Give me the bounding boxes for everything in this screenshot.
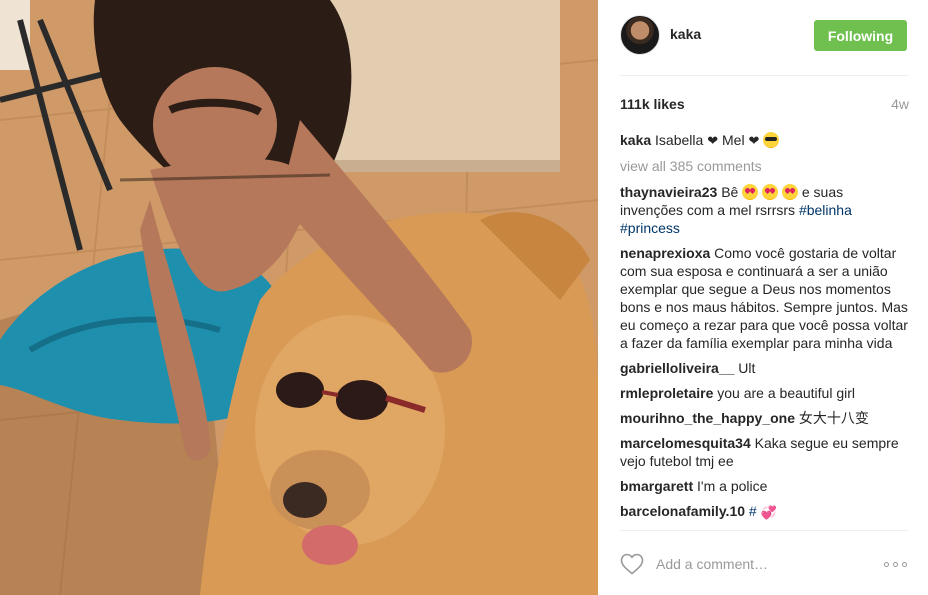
hashtag-link[interactable]: # xyxy=(749,503,757,519)
post-header: kaka Following xyxy=(598,0,928,76)
heart-eyes-emoji-icon xyxy=(762,184,779,200)
hashtag-link[interactable]: #princess xyxy=(620,220,680,236)
post-footer xyxy=(598,540,928,590)
heart-emoji-icon: ❤ xyxy=(748,133,760,148)
comment: gabrielloliveira__ Ult xyxy=(620,359,910,377)
add-comment-input[interactable] xyxy=(656,552,866,576)
caption-text: Isabella xyxy=(655,132,704,148)
comments-list[interactable]: kaka Isabella ❤ Mel ❤ view all 385 comme… xyxy=(620,131,910,529)
comment-text: 女大十八变 xyxy=(798,410,869,426)
caption: kaka Isabella ❤ Mel ❤ xyxy=(620,131,910,150)
comment: mourihno_the_happy_one 女大十八变 xyxy=(620,409,910,427)
photo-illustration xyxy=(0,0,598,595)
comment: marcelomesquita34 Kaka segue eu sempre v… xyxy=(620,434,910,470)
comment-text: I'm a police xyxy=(697,478,768,494)
comment-author[interactable]: bmargarett xyxy=(620,478,693,494)
comment: thaynavieira23 Bê e suas invenções com a… xyxy=(620,183,910,237)
header-divider xyxy=(620,75,908,76)
more-options-icon[interactable] xyxy=(884,562,908,568)
comment: barcelonafamily.10 # 💞 xyxy=(620,502,910,520)
heart-outline-icon[interactable] xyxy=(620,553,644,575)
footer-divider xyxy=(620,530,908,531)
comment-author[interactable]: gabrielloliveira__ xyxy=(620,360,734,376)
heart-eyes-emoji-icon xyxy=(781,184,798,200)
post: kaka Following 111k likes 4w kaka Isabel… xyxy=(0,0,928,595)
post-photo[interactable] xyxy=(0,0,598,595)
following-button[interactable]: Following xyxy=(814,20,907,51)
comment: bmargarett I'm a police xyxy=(620,477,910,495)
caption-text-2: Mel xyxy=(722,132,745,148)
heart-eyes-emoji-icon xyxy=(742,184,759,200)
comment-text: you are a beautiful girl xyxy=(717,385,856,401)
comment-author[interactable]: mourihno_the_happy_one xyxy=(620,410,795,426)
hashtag-link[interactable]: #belinha xyxy=(799,202,852,218)
comment-author[interactable]: barcelonafamily.10 xyxy=(620,503,745,519)
post-time: 4w xyxy=(891,96,909,112)
sunglasses-emoji-icon xyxy=(763,132,780,148)
comment: rmleproletaire you are a beautiful girl xyxy=(620,384,910,402)
comment: nenaprexioxa Como você gostaria de volta… xyxy=(620,244,910,352)
comment-text: Ult xyxy=(738,360,756,376)
comment-author[interactable]: thaynavieira23 xyxy=(620,184,717,200)
caption-author[interactable]: kaka xyxy=(620,132,651,148)
comment-author[interactable]: marcelomesquita34 xyxy=(620,435,751,451)
heart-emoji-icon: ❤ xyxy=(707,133,719,148)
comment-text: Bê xyxy=(721,184,739,200)
username[interactable]: kaka xyxy=(670,26,701,42)
comment-author[interactable]: nenaprexioxa xyxy=(620,245,710,261)
view-all-comments-link[interactable]: view all 385 comments xyxy=(620,157,910,175)
comment-author[interactable]: rmleproletaire xyxy=(620,385,713,401)
hearts-emoji-icon: 💞 xyxy=(760,505,777,520)
likes-count[interactable]: 111k likes xyxy=(620,96,685,112)
post-sidebar: kaka Following 111k likes 4w kaka Isabel… xyxy=(598,0,928,595)
avatar[interactable] xyxy=(620,15,660,55)
